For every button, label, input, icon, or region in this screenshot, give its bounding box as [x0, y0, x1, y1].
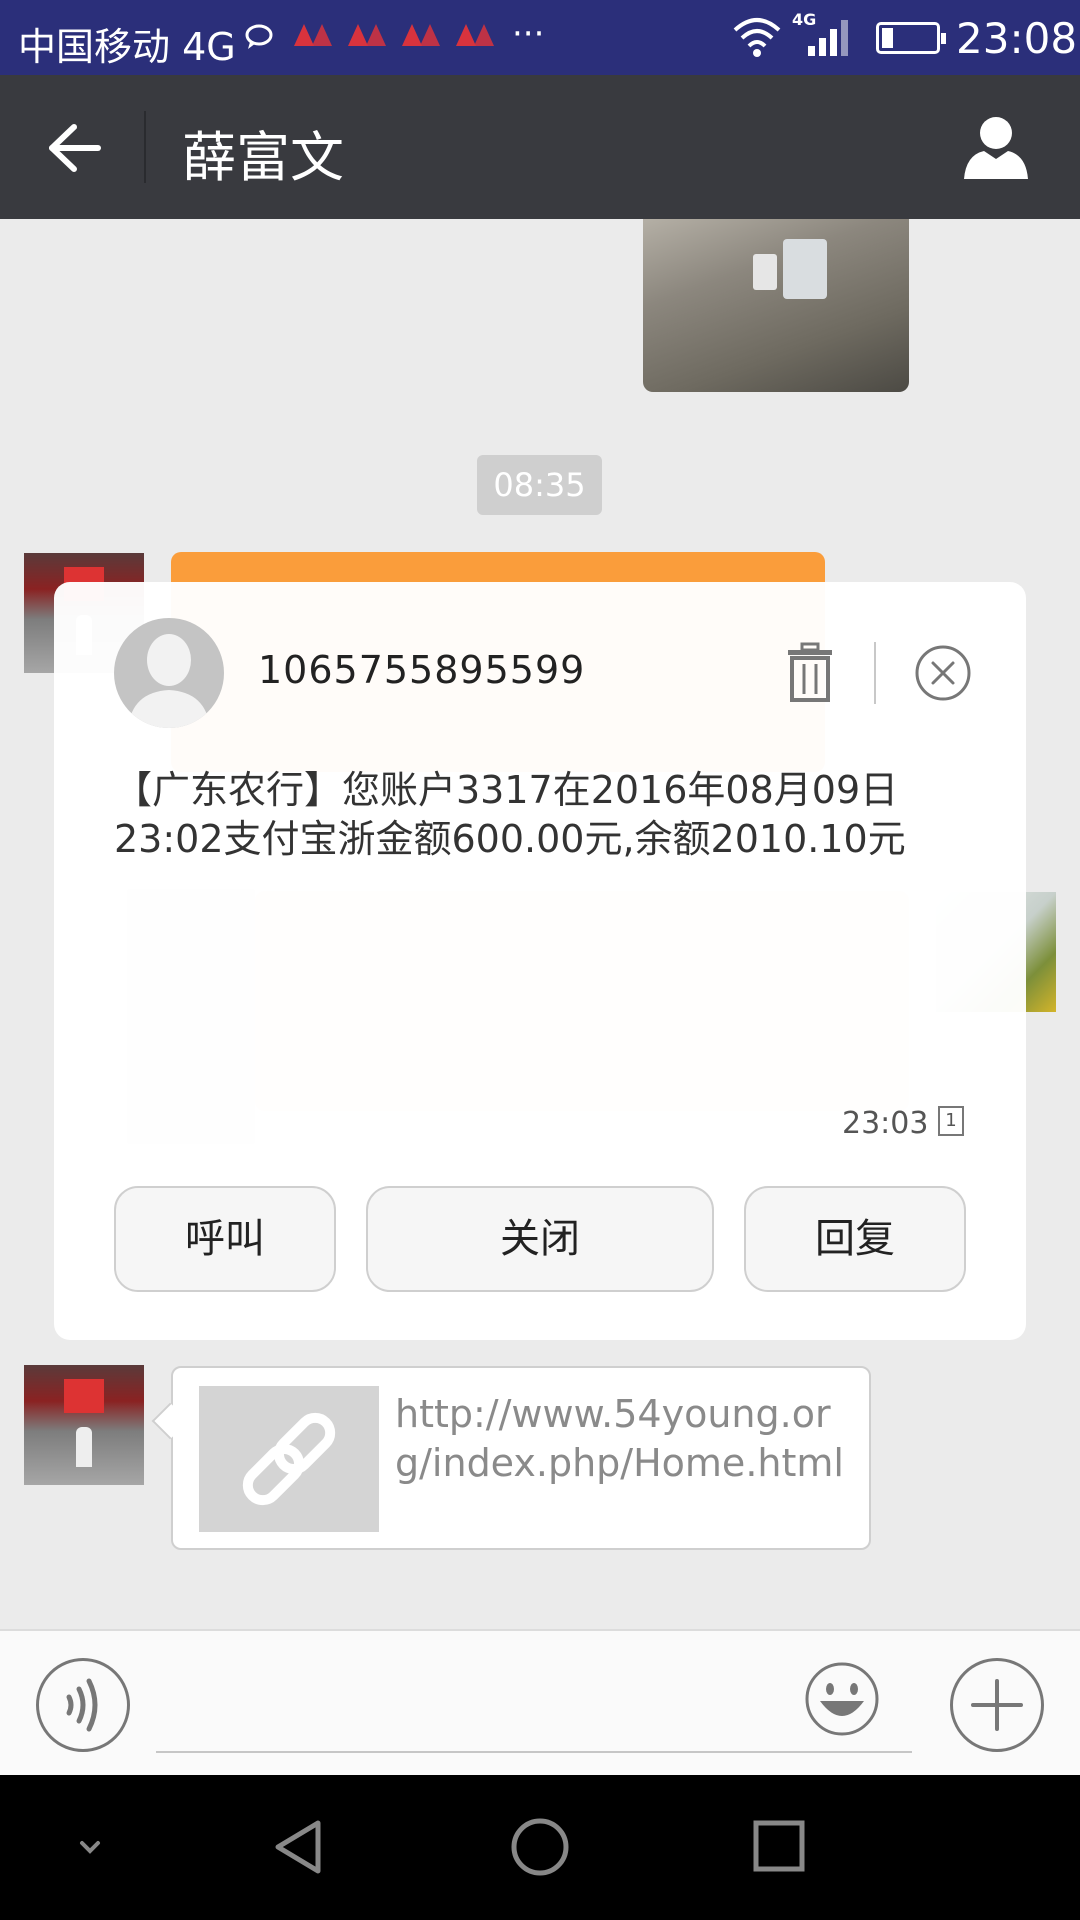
- contact-name: 薛富文: [182, 126, 344, 189]
- emoji-icon[interactable]: [804, 1661, 880, 1737]
- voice-icon: [66, 1678, 98, 1732]
- chat-notification-icon: [245, 24, 273, 49]
- link-url: http://www.54young.org/index.php/Home.ht…: [395, 1392, 844, 1485]
- sms-time: 23:03: [842, 1106, 929, 1141]
- signal-icon: [808, 20, 848, 56]
- voice-input-button[interactable]: [36, 1658, 130, 1752]
- trash-icon[interactable]: [780, 642, 840, 702]
- contact-avatar[interactable]: [24, 1365, 144, 1485]
- message-input[interactable]: [156, 1661, 912, 1753]
- sms-sender: 1065755895599: [258, 648, 586, 692]
- system-nav-bar: [0, 1775, 1080, 1920]
- more-options-button[interactable]: [950, 1658, 1044, 1752]
- link-icon: [242, 1412, 336, 1506]
- call-button[interactable]: 呼叫: [114, 1186, 336, 1292]
- back-arrow-icon[interactable]: [38, 113, 108, 183]
- input-bar: [0, 1629, 1080, 1775]
- link-thumbnail: [199, 1386, 379, 1532]
- chat-header: 薛富文: [0, 75, 1080, 219]
- wifi-icon: [733, 18, 781, 57]
- chevron-down-icon[interactable]: [54, 1811, 126, 1883]
- header-divider: [144, 111, 146, 183]
- close-button[interactable]: 关闭: [366, 1186, 714, 1292]
- nav-home-icon[interactable]: [504, 1811, 576, 1883]
- reply-button[interactable]: 回复: [744, 1186, 966, 1292]
- sms-popup: 1065755895599 【广东农行】您账户3317在2016年08月09日2…: [54, 582, 1026, 1340]
- nav-back-icon[interactable]: [264, 1811, 336, 1883]
- sender-avatar: [114, 618, 224, 728]
- sms-body: 【广东农行】您账户3317在2016年08月09日23:02支付宝浙金额600.…: [114, 768, 906, 861]
- cards-notification-icon: [294, 24, 494, 46]
- image-message[interactable]: [643, 219, 909, 392]
- carrier-label: 中国移动 4G: [18, 25, 236, 69]
- more-notifications: ···: [512, 14, 545, 54]
- profile-icon[interactable]: [960, 111, 1032, 183]
- chat-timestamp: 08:35: [477, 455, 602, 515]
- close-icon[interactable]: [914, 644, 972, 702]
- status-bar: 中国移动 4G ··· 4G 23:08: [0, 0, 1080, 75]
- plus-icon: [971, 1679, 1023, 1731]
- sim-slot-icon: 1: [938, 1106, 964, 1136]
- link-message[interactable]: http://www.54young.org/index.php/Home.ht…: [171, 1366, 871, 1550]
- nav-recents-icon[interactable]: [744, 1811, 816, 1883]
- popup-divider: [874, 642, 876, 704]
- battery-icon: [876, 22, 946, 54]
- clock: 23:08: [956, 14, 1078, 63]
